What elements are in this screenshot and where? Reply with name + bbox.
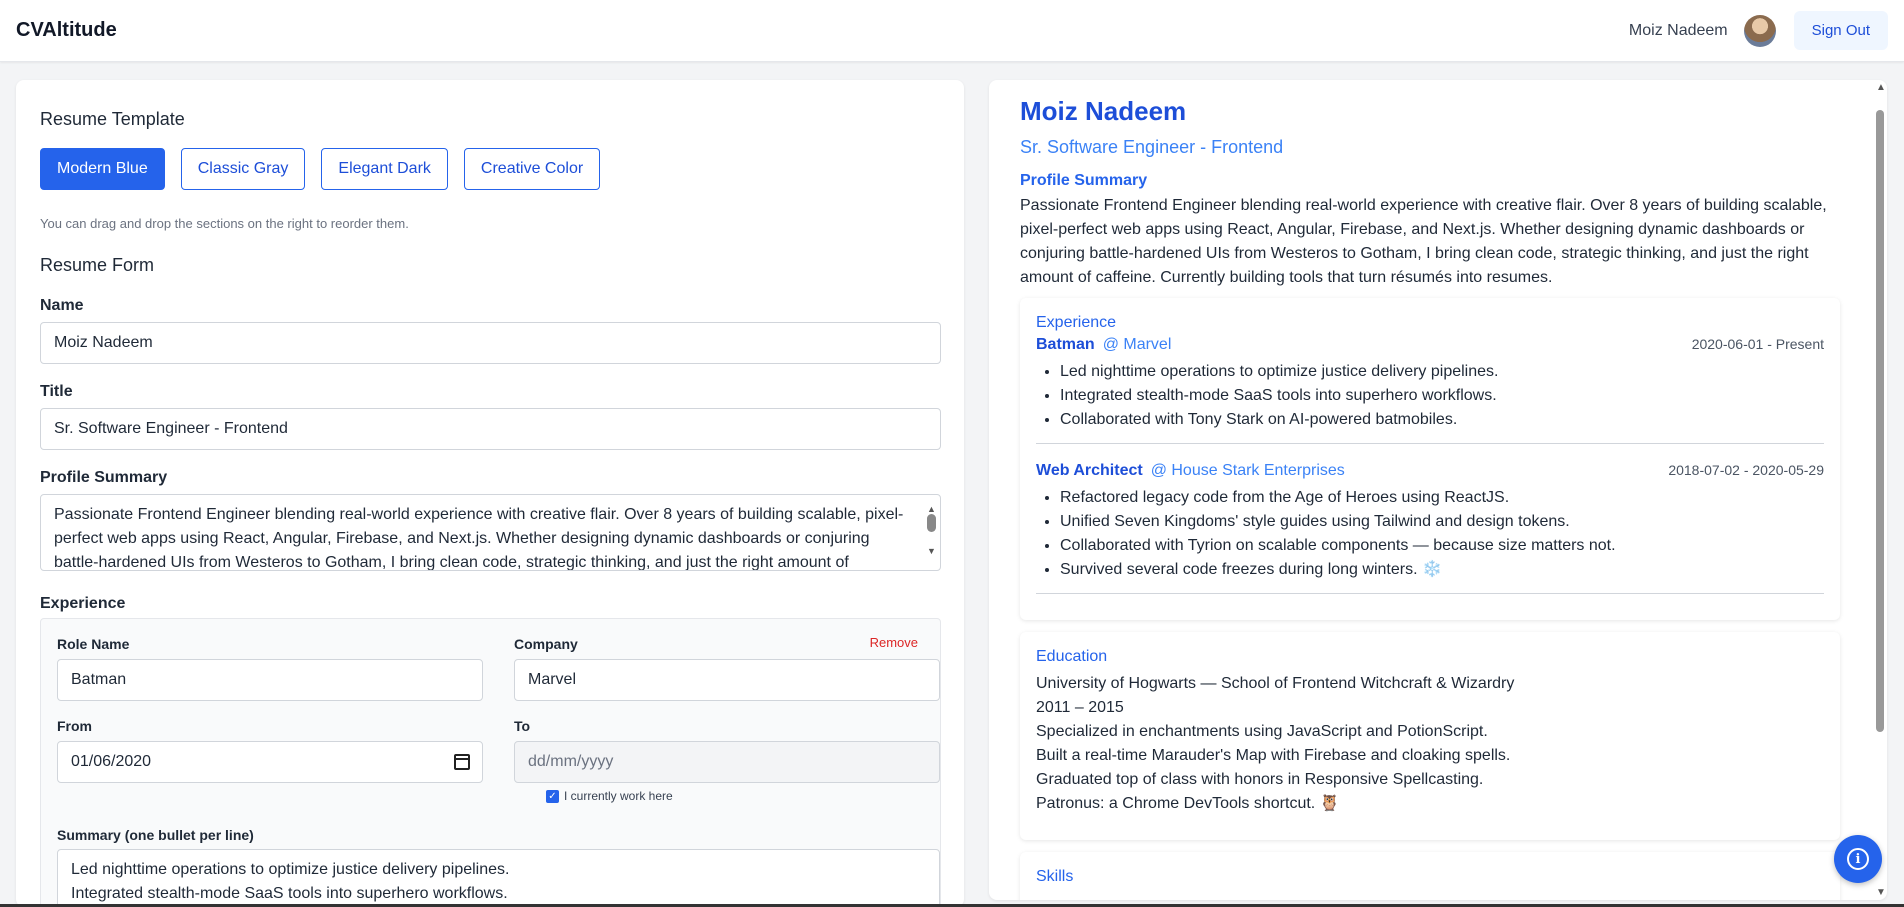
education-line: 2011 – 2015 — [1036, 699, 1124, 716]
title-label: Title — [40, 383, 73, 400]
template-classic-gray-button[interactable]: Classic Gray — [180, 148, 306, 190]
preview-summary: Passionate Frontend Engineer blending re… — [1020, 197, 1827, 286]
job-bullet: Unified Seven Kingdoms' style guides usi… — [1060, 510, 1824, 534]
job-entry: Batman @ Marvel 2020-06-01 - Present Led… — [1036, 336, 1824, 444]
from-date-value: 01/06/2020 — [71, 753, 152, 770]
job-dates: 2018-07-02 - 2020-05-29 — [1668, 462, 1824, 478]
preview-scrollbar[interactable]: ▲ ▼ — [1872, 80, 1888, 900]
info-icon: i — [1847, 848, 1869, 870]
template-heading: Resume Template — [40, 109, 185, 129]
education-line: University of Hogwarts — School of Front… — [1036, 675, 1515, 692]
exp-summary-label: Summary (one bullet per line) — [57, 827, 254, 843]
exp-summary-textarea[interactable]: Led nighttime operations to optimize jus… — [57, 849, 940, 907]
job-entry: Web Architect @ House Stark Enterprises … — [1036, 444, 1824, 594]
job-role: Batman — [1036, 336, 1095, 353]
education-section[interactable]: Education University of Hogwarts — Schoo… — [1020, 632, 1840, 840]
exp-summary-line: Integrated stealth-mode SaaS tools into … — [71, 885, 508, 902]
current-job-label: I currently work here — [564, 789, 673, 803]
summary-text: Passionate Frontend Engineer blending re… — [54, 506, 904, 571]
template-modern-blue-button[interactable]: Modern Blue — [40, 148, 165, 190]
scroll-thumb[interactable] — [1876, 110, 1884, 732]
skills-section[interactable]: Skills — [1020, 852, 1840, 900]
calendar-icon[interactable] — [454, 754, 470, 770]
from-label: From — [57, 718, 92, 734]
checkbox-checked-icon[interactable]: ✓ — [546, 789, 559, 803]
template-creative-color-button[interactable]: Creative Color — [463, 148, 601, 190]
preview-name: Moiz Nadeem — [1020, 96, 1187, 126]
user-area: Moiz Nadeem Sign Out — [1629, 11, 1888, 50]
scroll-down-icon[interactable]: ▼ — [927, 539, 936, 563]
scroll-down-icon[interactable]: ▼ — [1876, 887, 1886, 898]
user-name: Moiz Nadeem — [1628, 21, 1728, 39]
job-bullet: Collaborated with Tyrion on scalable com… — [1060, 534, 1824, 558]
name-input[interactable]: Moiz Nadeem — [40, 322, 941, 364]
template-elegant-dark-button[interactable]: Elegant Dark — [321, 148, 448, 190]
education-line: Built a real-time Marauder's Map with Fi… — [1036, 747, 1511, 764]
education-line: Graduated top of class with honors in Re… — [1036, 771, 1484, 788]
scroll-thumb[interactable] — [927, 514, 936, 532]
title-input[interactable]: Sr. Software Engineer - Frontend — [40, 408, 941, 450]
education-line: Patronus: a Chrome DevTools shortcut. 🦉 — [1036, 795, 1340, 812]
resume-preview: Moiz Nadeem Sr. Software Engineer - Fron… — [989, 80, 1887, 900]
job-bullet: Collaborated with Tony Stark on AI-power… — [1060, 408, 1824, 432]
job-company: @ Marvel — [1102, 336, 1172, 353]
info-button[interactable]: i — [1834, 835, 1882, 883]
to-date-input: dd/mm/yyyy — [514, 741, 940, 783]
remove-experience-button[interactable]: Remove — [870, 635, 918, 650]
job-bullets: Led nighttime operations to optimize jus… — [1036, 360, 1824, 432]
editor-panel: Resume Template Modern Blue Classic Gray… — [16, 80, 964, 907]
education-heading: Education — [1036, 648, 1108, 665]
reorder-hint: You can drag and drop the sections on th… — [40, 216, 409, 231]
experience-label: Experience — [40, 595, 126, 612]
preview-summary-heading: Profile Summary — [1020, 172, 1148, 189]
job-company: @ House Stark Enterprises — [1150, 462, 1345, 479]
preview-title: Sr. Software Engineer - Frontend — [1020, 137, 1284, 157]
sign-out-button[interactable]: Sign Out — [1793, 11, 1888, 50]
from-date-input[interactable]: 01/06/2020 — [57, 741, 483, 783]
job-dates: 2020-06-01 - Present — [1691, 336, 1824, 352]
skills-heading: Skills — [1036, 868, 1074, 885]
job-role: Web Architect — [1036, 462, 1143, 479]
brand-logo[interactable]: CVAltitude — [16, 19, 117, 42]
summary-label: Profile Summary — [40, 469, 168, 486]
template-selector: Modern Blue Classic Gray Elegant Dark Cr… — [40, 148, 601, 190]
to-label: To — [514, 718, 531, 734]
job-bullet: Integrated stealth-mode SaaS tools into … — [1060, 384, 1824, 408]
company-label: Company — [514, 636, 578, 652]
current-job-checkbox[interactable]: ✓ I currently work here — [546, 789, 673, 803]
top-bar: CVAltitude Moiz Nadeem Sign Out — [0, 0, 1904, 62]
job-header: Batman @ Marvel 2020-06-01 - Present — [1036, 336, 1824, 360]
name-label: Name — [40, 297, 84, 314]
experience-entry: Role Name Remove Company Batman Marvel F… — [40, 618, 941, 907]
textarea-scrollbar[interactable]: ▲ ▼ — [924, 497, 938, 567]
job-bullet: Survived several code freezes during lon… — [1060, 558, 1824, 582]
exp-summary-line: Led nighttime operations to optimize jus… — [71, 861, 510, 878]
experience-section[interactable]: Experience Batman @ Marvel 2020-06-01 - … — [1020, 298, 1840, 620]
form-heading: Resume Form — [40, 255, 155, 275]
company-input[interactable]: Marvel — [514, 659, 940, 701]
role-input[interactable]: Batman — [57, 659, 483, 701]
role-label: Role Name — [57, 636, 130, 652]
job-bullet: Led nighttime operations to optimize jus… — [1060, 360, 1824, 384]
user-avatar[interactable] — [1743, 14, 1776, 47]
job-bullets: Refactored legacy code from the Age of H… — [1036, 486, 1824, 582]
experience-heading: Experience — [1036, 314, 1117, 331]
scroll-up-icon[interactable]: ▲ — [1876, 82, 1886, 93]
job-bullet: Refactored legacy code from the Age of H… — [1060, 486, 1824, 510]
education-line: Specialized in enchantments using JavaSc… — [1036, 723, 1488, 740]
summary-textarea[interactable]: Passionate Frontend Engineer blending re… — [40, 494, 941, 571]
job-header: Web Architect @ House Stark Enterprises … — [1036, 462, 1824, 486]
